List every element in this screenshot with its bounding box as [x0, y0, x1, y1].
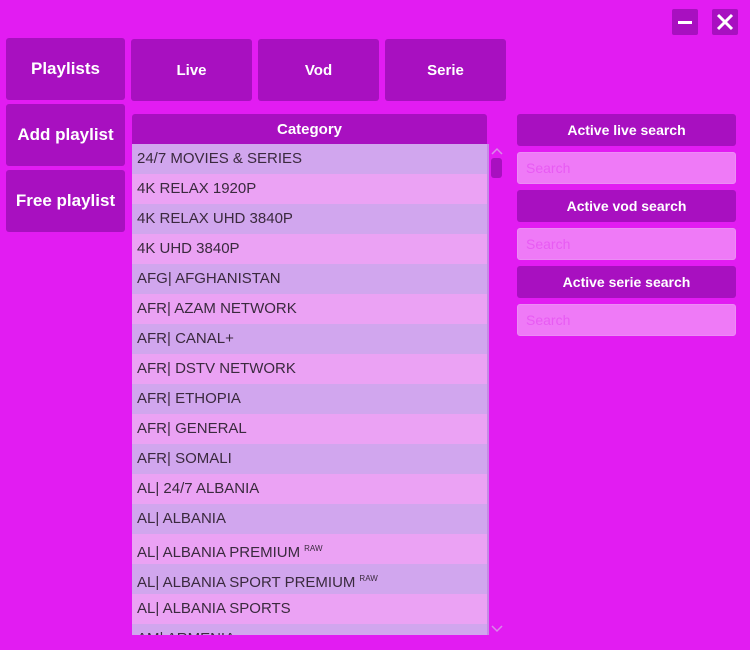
live-search-input[interactable]	[517, 152, 736, 184]
category-item-label: AL| ALBANIA SPORTS	[137, 600, 291, 617]
category-list-item[interactable]: AL| ALBANIA PREMIUM RAW	[132, 534, 487, 564]
chevron-down-icon[interactable]	[491, 624, 503, 634]
category-list-item[interactable]: 4K UHD 3840P	[132, 234, 487, 264]
category-item-label: 4K RELAX UHD 3840P	[137, 210, 293, 227]
category-item-label: AL| 24/7 ALBANIA	[137, 480, 260, 497]
tab-live[interactable]: Live	[131, 39, 252, 101]
category-list-item[interactable]: AM| ARMENIA	[132, 624, 487, 635]
active-vod-search-button[interactable]: Active vod search	[517, 190, 736, 222]
close-icon	[716, 13, 734, 31]
tab-serie[interactable]: Serie	[385, 39, 506, 101]
category-item-label: 4K RELAX 1920P	[137, 180, 257, 197]
close-button[interactable]	[712, 9, 738, 35]
serie-search-input[interactable]	[517, 304, 736, 336]
category-header: Category	[132, 114, 487, 144]
category-list-item[interactable]: 4K RELAX UHD 3840P	[132, 204, 487, 234]
category-list-item[interactable]: AL| ALBANIA	[132, 504, 487, 534]
active-live-search-button[interactable]: Active live search	[517, 114, 736, 146]
category-list-item[interactable]: AFR| GENERAL	[132, 414, 487, 444]
vod-search-input[interactable]	[517, 228, 736, 260]
category-list-item[interactable]: AL| 24/7 ALBANIA	[132, 474, 487, 504]
category-item-label: AFG| AFGHANISTAN	[137, 270, 281, 287]
free-playlist-button[interactable]: Free playlist	[6, 170, 125, 232]
category-item-label: AFR| ETHOPIA	[137, 390, 241, 407]
category-item-badge: RAW	[359, 574, 378, 583]
category-item-label: AM| ARMENIA	[137, 630, 235, 635]
playlists-button[interactable]: Playlists	[6, 38, 125, 100]
category-list-item[interactable]: AFR| AZAM NETWORK	[132, 294, 487, 324]
category-list-item[interactable]: AL| ALBANIA SPORTS	[132, 594, 487, 624]
category-list: 24/7 MOVIES & SERIES 4K RELAX 1920P 4K REL…	[132, 144, 487, 635]
category-list-item[interactable]: 4K RELAX 1920P	[132, 174, 487, 204]
category-list-item[interactable]: AFG| AFGHANISTAN	[132, 264, 487, 294]
category-item-label: 24/7 MOVIES & SERIES	[137, 150, 303, 167]
category-item-label: AFR| AZAM NETWORK	[137, 300, 297, 317]
category-list-item[interactable]: AFR| CANAL+	[132, 324, 487, 354]
tab-vod[interactable]: Vod	[258, 39, 379, 101]
minimize-icon	[678, 21, 692, 24]
chevron-up-icon[interactable]	[491, 146, 503, 156]
category-item-badge: RAW	[304, 544, 323, 553]
category-item-label: AFR| GENERAL	[137, 420, 247, 437]
category-list-item[interactable]: AFR| DSTV NETWORK	[132, 354, 487, 384]
category-item-label: AL| ALBANIA	[137, 510, 226, 527]
category-scrollbar[interactable]	[487, 144, 506, 635]
add-playlist-button[interactable]: Add playlist	[6, 104, 125, 166]
scrollbar-thumb[interactable]	[491, 158, 502, 178]
category-list-item[interactable]: 24/7 MOVIES & SERIES	[132, 144, 487, 174]
category-list-item[interactable]: AFR| ETHOPIA	[132, 384, 487, 414]
active-serie-search-button[interactable]: Active serie search	[517, 266, 736, 298]
category-list-item[interactable]: AFR| SOMALI	[132, 444, 487, 474]
category-item-label: AFR| SOMALI	[137, 450, 232, 467]
category-item-label: AFR| CANAL+	[137, 330, 234, 347]
category-panel: Category 24/7 MOVIES & SERIES 4K RELAX 19…	[132, 114, 487, 635]
category-item-label: AL| ALBANIA PREMIUM	[137, 544, 301, 561]
category-item-label: AFR| DSTV NETWORK	[137, 360, 296, 377]
category-item-label: 4K UHD 3840P	[137, 240, 240, 257]
category-list-item[interactable]: AL| ALBANIA SPORT PREMIUM RAW	[132, 564, 487, 594]
category-item-label: AL| ALBANIA SPORT PREMIUM	[137, 574, 356, 591]
minimize-button[interactable]	[672, 9, 698, 35]
scrollbar-track	[487, 144, 489, 635]
